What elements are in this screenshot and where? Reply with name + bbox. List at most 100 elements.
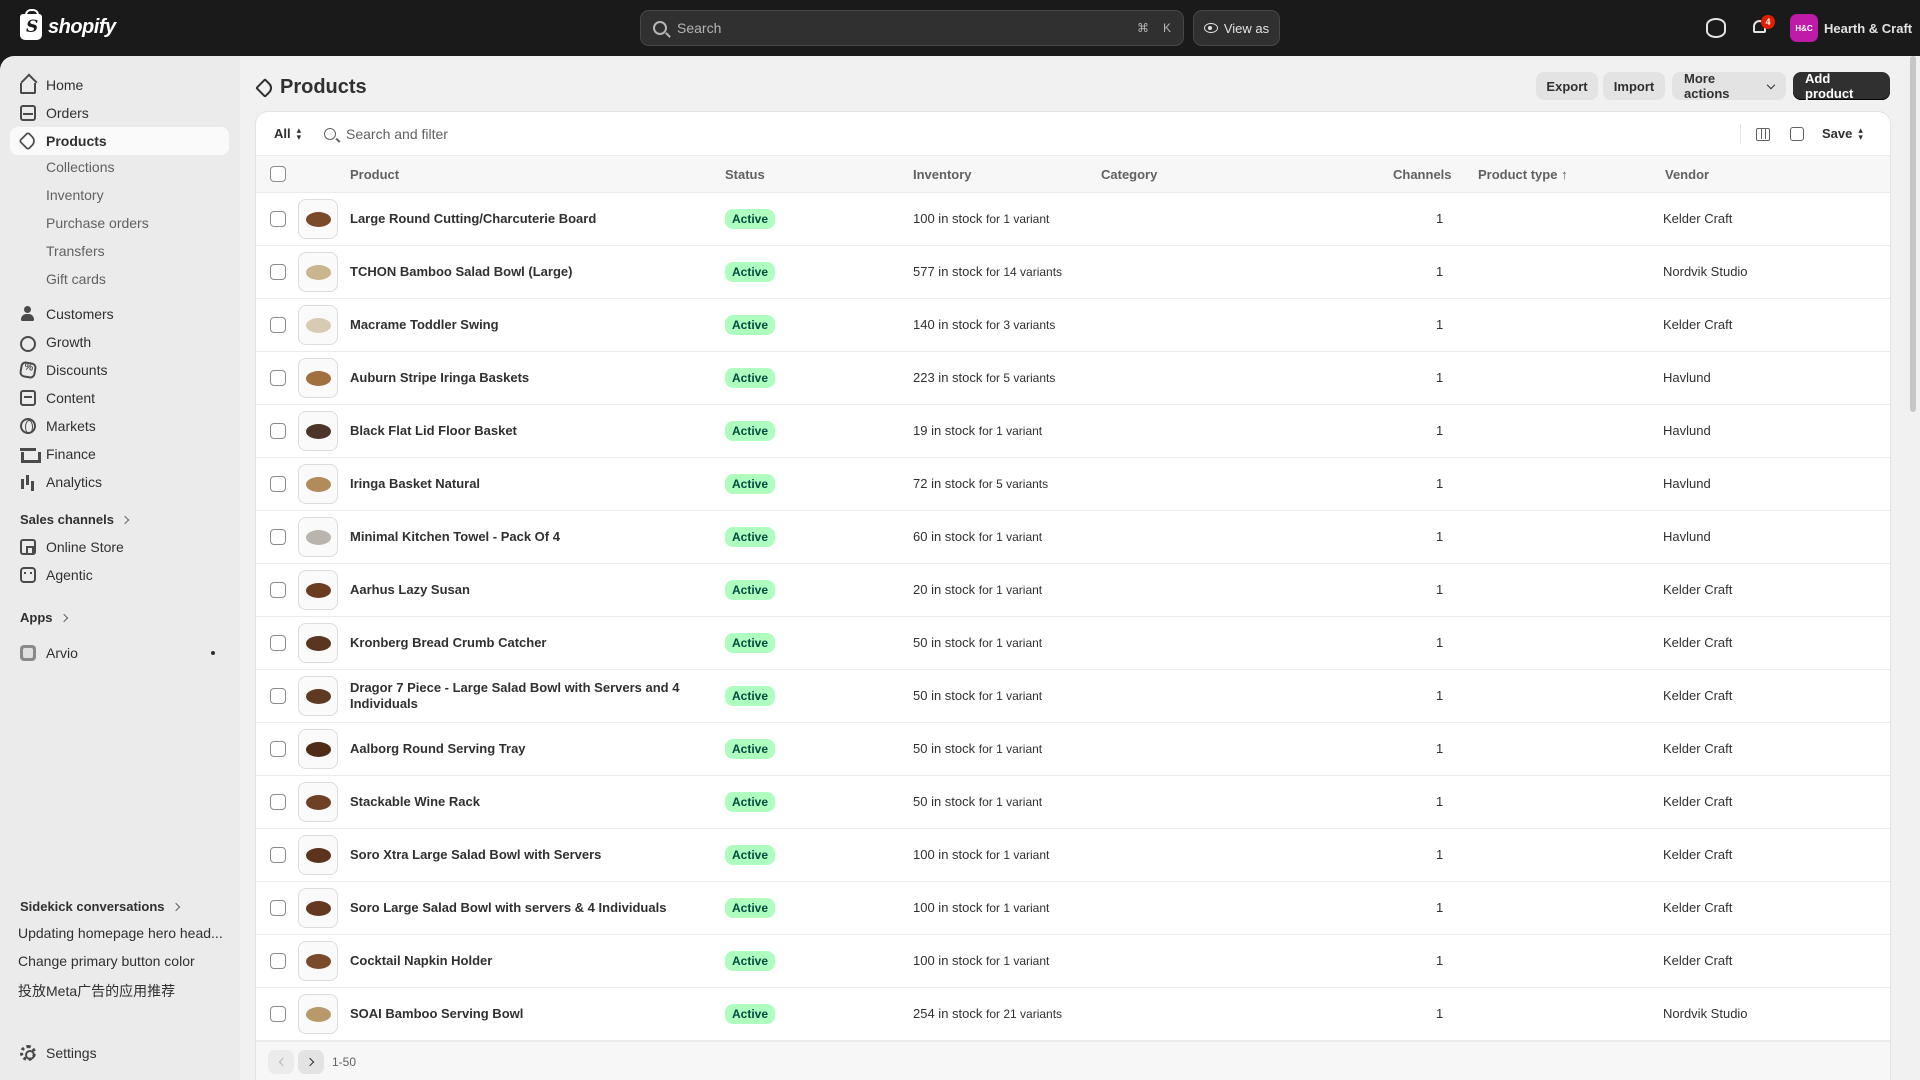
store-menu[interactable]: H&C Hearth & Craft [1790,14,1912,42]
previous-page-button[interactable] [268,1050,294,1074]
search-and-filter-input[interactable]: Search and filter [324,126,448,142]
sidebar-item-online-store[interactable]: Online Store [10,533,229,561]
notifications-button[interactable]: 4 [1750,15,1775,38]
row-checkbox[interactable] [270,900,286,916]
apps-heading[interactable]: Apps [20,610,68,625]
sidebar-item-orders[interactable]: Orders [10,99,229,127]
table-row[interactable]: Large Round Cutting/Charcuterie Board Act… [256,193,1890,246]
table-row[interactable]: Soro Xtra Large Salad Bowl with Servers A… [256,829,1890,882]
columns-icon[interactable] [1756,128,1770,141]
sidekick-conversation[interactable]: Change primary button color [18,953,228,969]
sidekick-icon[interactable] [1706,18,1726,38]
page-scrollbar[interactable] [1910,56,1916,412]
product-name[interactable]: Minimal Kitchen Towel - Pack Of 4 [350,529,680,545]
row-checkbox[interactable] [270,211,286,227]
table-row[interactable]: TCHON Bamboo Salad Bowl (Large) Active 577… [256,246,1890,299]
row-checkbox[interactable] [270,423,286,439]
global-search[interactable]: Search ⌘ K [640,10,1184,46]
row-checkbox[interactable] [270,317,286,333]
row-checkbox[interactable] [270,794,286,810]
sidebar-item-agentic[interactable]: Agentic [10,561,229,589]
table-row[interactable]: SOAI Bamboo Serving Bowl Active 254 in sto… [256,988,1890,1041]
row-checkbox[interactable] [270,529,286,545]
sidebar-item-products[interactable]: Products [10,127,229,155]
row-checkbox[interactable] [270,370,286,386]
sidebar-sub-purchase-orders[interactable]: Purchase orders [46,215,149,231]
column-product[interactable]: Product [350,167,399,182]
select-all-checkbox[interactable] [270,166,286,182]
shopify-logo[interactable]: shopify [20,9,116,40]
sidebar-item-analytics[interactable]: Analytics [10,468,229,496]
table-row[interactable]: Kronberg Bread Crumb Catcher Active 50 in … [256,617,1890,670]
sidebar-sub-gift-cards[interactable]: Gift cards [46,271,106,287]
product-name[interactable]: Aalborg Round Serving Tray [350,741,680,757]
tab-all[interactable]: All ▴ ▾ [274,125,301,141]
product-name[interactable]: TCHON Bamboo Salad Bowl (Large) [350,264,680,280]
column-status[interactable]: Status [725,167,765,182]
row-checkbox[interactable] [270,688,286,704]
sidebar-item-customers[interactable]: Customers [10,300,229,328]
sort-icon[interactable] [1790,127,1804,141]
product-name[interactable]: Iringa Basket Natural [350,476,680,492]
row-checkbox[interactable] [270,476,286,492]
sidekick-conversation[interactable]: 投放Meta广告的应用推荐 [18,981,228,1001]
row-checkbox[interactable] [270,635,286,651]
table-row[interactable]: Auburn Stripe Iringa Baskets Active 223 in… [256,352,1890,405]
column-inventory[interactable]: Inventory [913,167,972,182]
product-name[interactable]: Stackable Wine Rack [350,794,680,810]
sales-channels-heading[interactable]: Sales channels [20,512,130,527]
row-checkbox[interactable] [270,264,286,280]
sidebar-sub-collections[interactable]: Collections [46,159,114,175]
add-product-button[interactable]: Add product [1793,71,1890,101]
product-name[interactable]: Aarhus Lazy Susan [350,582,680,598]
product-name[interactable]: Macrame Toddler Swing [350,317,680,333]
view-as-button[interactable]: View as [1193,10,1280,46]
column-vendor[interactable]: Vendor [1665,167,1709,182]
column-channels[interactable]: Channels [1393,167,1452,182]
export-button[interactable]: Export [1536,72,1598,100]
product-name[interactable]: Auburn Stripe Iringa Baskets [350,370,680,386]
sidebar-item-finance[interactable]: Finance [10,440,229,468]
table-row[interactable]: Iringa Basket Natural Active 72 in stock f… [256,458,1890,511]
product-name[interactable]: Black Flat Lid Floor Basket [350,423,680,439]
product-name[interactable]: Dragor 7 Piece - Large Salad Bowl with S… [350,680,680,712]
sidebar-item-content[interactable]: Content [10,384,229,412]
sidekick-conversation[interactable]: Updating homepage hero head... [18,925,228,941]
table-row[interactable]: Black Flat Lid Floor Basket Active 19 in s… [256,405,1890,458]
table-row[interactable]: Soro Large Salad Bowl with servers & 4 I… [256,882,1890,935]
row-checkbox[interactable] [270,741,286,757]
table-row[interactable]: Dragor 7 Piece - Large Salad Bowl with S… [256,670,1890,723]
table-row[interactable]: Macrame Toddler Swing Active 140 in stock … [256,299,1890,352]
row-checkbox[interactable] [270,847,286,863]
sidebar-item-settings[interactable]: Settings [10,1039,229,1067]
column-category[interactable]: Category [1101,167,1157,182]
column-product-type[interactable]: Product type ↑ [1478,167,1568,182]
sidebar-sub-transfers[interactable]: Transfers [46,243,105,259]
sidekick-conversations-heading[interactable]: Sidekick conversations [20,899,180,914]
save-view-button[interactable]: Save ▴ ▾ [1822,125,1863,141]
sidebar-item-markets[interactable]: Markets [10,412,229,440]
table-row[interactable]: Stackable Wine Rack Active 50 in stock for… [256,776,1890,829]
row-checkbox[interactable] [270,582,286,598]
table-row[interactable]: Cocktail Napkin Holder Active 100 in stock… [256,935,1890,988]
table-row[interactable]: Aalborg Round Serving Tray Active 50 in st… [256,723,1890,776]
product-name[interactable]: Cocktail Napkin Holder [350,953,680,969]
status-badge: Active [725,633,776,653]
product-name[interactable]: SOAI Bamboo Serving Bowl [350,1006,680,1022]
next-page-button[interactable] [298,1050,324,1074]
sidebar-sub-inventory[interactable]: Inventory [46,187,104,203]
sidebar-item-arvio[interactable]: Arvio [10,639,229,667]
product-name[interactable]: Kronberg Bread Crumb Catcher [350,635,680,651]
sidebar-item-discounts[interactable]: Discounts [10,356,229,384]
row-checkbox[interactable] [270,1006,286,1022]
more-actions-button[interactable]: More actions [1672,71,1786,101]
table-row[interactable]: Aarhus Lazy Susan Active 20 in stock for 1… [256,564,1890,617]
table-row[interactable]: Minimal Kitchen Towel - Pack Of 4 Active 6… [256,511,1890,564]
sidebar-item-growth[interactable]: Growth [10,328,229,356]
product-name[interactable]: Soro Xtra Large Salad Bowl with Servers [350,847,680,863]
sidebar-item-home[interactable]: Home [10,71,229,99]
product-name[interactable]: Soro Large Salad Bowl with servers & 4 I… [350,900,680,916]
row-checkbox[interactable] [270,953,286,969]
import-button[interactable]: Import [1603,72,1665,100]
product-name[interactable]: Large Round Cutting/Charcuterie Board [350,211,680,227]
